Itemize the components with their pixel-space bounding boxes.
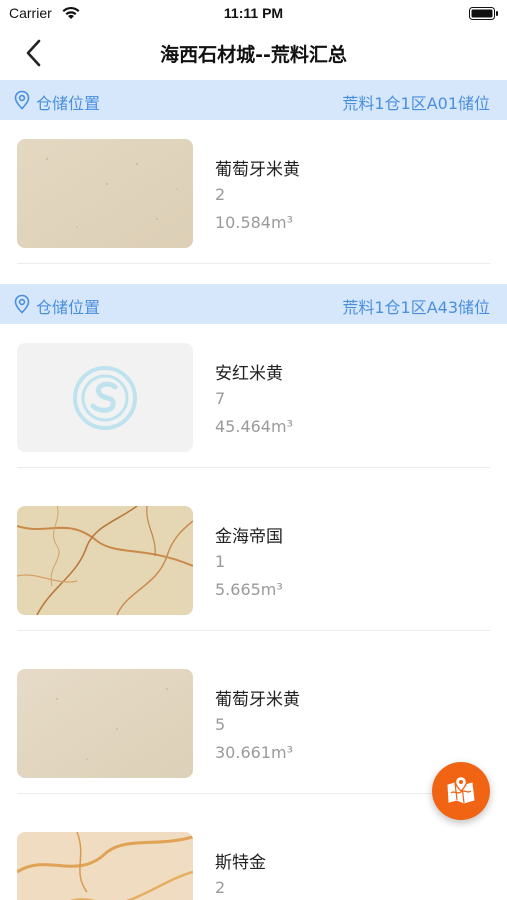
stone-volume: 10.584m³ bbox=[215, 213, 293, 232]
section-label: 仓储位置 bbox=[36, 94, 101, 113]
stone-name: 葡萄牙米黄 bbox=[215, 690, 300, 710]
map-location-icon bbox=[447, 775, 475, 804]
list-item[interactable]: 斯特金 2 bbox=[0, 816, 507, 900]
stone-thumbnail bbox=[17, 669, 193, 778]
placeholder-thumbnail bbox=[17, 343, 193, 452]
battery-icon bbox=[469, 7, 498, 20]
section-header-storage-location: 仓储位置 荒料1仓1区A43储位 bbox=[0, 284, 507, 324]
stone-count: 5 bbox=[215, 715, 226, 734]
stone-count: 2 bbox=[215, 185, 226, 204]
location-pin-icon bbox=[14, 90, 30, 110]
status-time: 11:11 PM bbox=[223, 5, 284, 21]
stone-volume: 30.661m³ bbox=[215, 743, 293, 762]
section-location: 荒料1仓1区A01储位 bbox=[342, 94, 490, 113]
nav-bar: 海西石材城--荒料汇总 bbox=[0, 28, 507, 78]
stone-name: 斯特金 bbox=[215, 853, 266, 873]
stone-thumbnail bbox=[17, 139, 193, 248]
stone-name: 葡萄牙米黄 bbox=[215, 160, 300, 180]
status-bar: Carrier 11:11 PM bbox=[0, 0, 507, 28]
divider bbox=[17, 630, 490, 631]
stone-thumbnail bbox=[17, 506, 193, 615]
section-header-storage-location: 仓储位置 荒料1仓1区A01储位 bbox=[0, 80, 507, 120]
list-item[interactable]: 葡萄牙米黄 5 30.661m³ bbox=[0, 653, 507, 794]
stone-name: 安红米黄 bbox=[215, 364, 283, 384]
stone-volume: 45.464m³ bbox=[215, 417, 293, 436]
stone-count: 7 bbox=[215, 389, 226, 408]
section-label: 仓储位置 bbox=[36, 298, 101, 317]
list-item[interactable]: 金海帝国 1 5.665m³ bbox=[0, 490, 507, 631]
stone-name: 金海帝国 bbox=[215, 527, 283, 547]
stone-count: 2 bbox=[215, 878, 226, 897]
page-title: 海西石材城--荒料汇总 bbox=[160, 44, 347, 66]
divider bbox=[17, 793, 490, 794]
placeholder-logo-icon bbox=[73, 366, 137, 430]
map-fab-button[interactable] bbox=[432, 762, 490, 820]
divider bbox=[17, 263, 490, 264]
section-location: 荒料1仓1区A43储位 bbox=[342, 298, 490, 317]
stone-volume: 5.665m³ bbox=[215, 580, 283, 599]
list-item[interactable]: 安红米黄 7 45.464m³ bbox=[0, 327, 507, 468]
location-pin-icon bbox=[14, 294, 30, 314]
stone-thumbnail bbox=[17, 832, 193, 900]
list-item[interactable]: 葡萄牙米黄 2 10.584m³ bbox=[0, 123, 507, 264]
stone-count: 1 bbox=[215, 552, 226, 571]
divider bbox=[17, 467, 490, 468]
